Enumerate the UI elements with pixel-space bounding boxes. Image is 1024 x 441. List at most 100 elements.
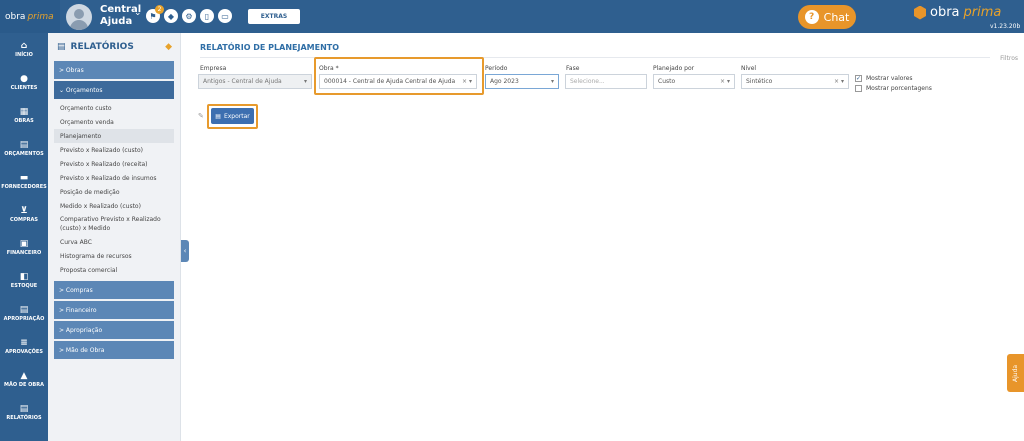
mobile-icon[interactable]: ▯ bbox=[200, 9, 214, 23]
menu-item[interactable]: Histograma de recursos bbox=[54, 249, 174, 263]
flag-icon[interactable]: ⚑ 2 bbox=[146, 5, 164, 23]
nav-financeiro[interactable]: ▣ FINANCEIRO bbox=[0, 231, 48, 264]
menu-item[interactable]: Orçamento venda bbox=[54, 115, 174, 129]
chat-label: Chat bbox=[823, 10, 850, 24]
periodo-select[interactable]: Ago 2023 ▾ bbox=[485, 74, 559, 89]
home-icon: ⌂ bbox=[20, 41, 28, 51]
nav-compras[interactable]: ⊻ COMPRAS bbox=[0, 198, 48, 231]
section-apropriacao[interactable]: > Apropriação bbox=[54, 321, 174, 339]
monitor-icon[interactable]: ▭ bbox=[218, 9, 232, 23]
menu-item[interactable]: Proposta comercial bbox=[54, 263, 174, 277]
fase-input[interactable]: Selecione... bbox=[565, 74, 647, 89]
menu-item[interactable]: Previsto x Realizado (custo) bbox=[54, 143, 174, 157]
graduation-cap-icon[interactable]: ◆ bbox=[164, 9, 178, 23]
menu-item[interactable]: Posição de medição bbox=[54, 185, 174, 199]
notification-badge: 2 bbox=[155, 5, 164, 14]
nav-orcamentos[interactable]: ▤ ORÇAMENTOS bbox=[0, 132, 48, 165]
section-financeiro[interactable]: > Financeiro bbox=[54, 301, 174, 319]
menu-item[interactable]: Previsto x Realizado (receita) bbox=[54, 157, 174, 171]
nav-label: FORNECEDORES bbox=[1, 184, 47, 190]
document-icon: ▤ bbox=[19, 140, 29, 150]
section-compras[interactable]: > Compras bbox=[54, 281, 174, 299]
building-icon: ▦ bbox=[19, 107, 29, 117]
mostrar-valores-checkbox[interactable]: ✓ Mostrar valores bbox=[855, 75, 913, 82]
pencil-icon[interactable]: ✎ bbox=[198, 112, 204, 120]
nav-label: ESTOQUE bbox=[10, 283, 38, 289]
menu-item[interactable]: Medido x Realizado (custo) bbox=[54, 199, 174, 213]
nav-clientes[interactable]: ● CLIENTES bbox=[0, 66, 48, 99]
chevron-down-icon[interactable]: ⌄ bbox=[134, 8, 142, 18]
nav-label: ORÇAMENTOS bbox=[4, 151, 44, 157]
extras-button[interactable]: EXTRAS bbox=[248, 9, 300, 24]
left-nav: ⌂ INÍCIO ● CLIENTES ▦ OBRAS ▤ ORÇAMENTOS ▬ FO… bbox=[0, 33, 48, 441]
nivel-label: Nível bbox=[741, 65, 757, 72]
chat-button[interactable]: ? Chat bbox=[798, 5, 856, 29]
mostrar-porcentagens-checkbox[interactable]: Mostrar porcentagens bbox=[855, 85, 932, 92]
clear-chevron-icon[interactable]: × ▾ bbox=[834, 78, 844, 85]
menu-title: RELATÓRIOS bbox=[70, 42, 134, 52]
empresa-select[interactable]: Antigos - Central de Ajuda ▾ bbox=[198, 74, 312, 89]
nav-label: APROVAÇÕES bbox=[5, 349, 43, 355]
nav-label: FINANCEIRO bbox=[6, 250, 42, 256]
nav-inicio[interactable]: ⌂ INÍCIO bbox=[0, 33, 48, 66]
graduation-cap-icon[interactable]: ◆ bbox=[165, 42, 172, 52]
menu-item[interactable]: Comparativo Previsto x Realizado (custo)… bbox=[54, 213, 174, 235]
export-highlight bbox=[207, 104, 258, 129]
nav-label: COMPRAS bbox=[10, 217, 38, 223]
nav-label: OBRAS bbox=[14, 118, 34, 124]
periodo-value: Ago 2023 bbox=[490, 78, 519, 85]
top-icons: ⚑ 2 ◆ ⚙ ▯ ▭ bbox=[146, 5, 232, 23]
checkbox-unchecked[interactable] bbox=[855, 85, 862, 92]
checkbox-checked[interactable]: ✓ bbox=[855, 75, 862, 82]
collapse-menu-button[interactable]: ‹ bbox=[181, 240, 189, 262]
filters-link[interactable]: Filtros bbox=[1000, 55, 1018, 62]
report-icon: ▤ bbox=[57, 42, 66, 52]
gear-icon[interactable]: ⚙ bbox=[182, 9, 196, 23]
planejado-value: Custo bbox=[658, 78, 676, 85]
fase-label: Fase bbox=[566, 65, 580, 72]
truck-icon: ▬ bbox=[19, 173, 29, 183]
logo-italic: prima bbox=[27, 11, 54, 22]
chevron-down-icon: ▾ bbox=[303, 78, 307, 85]
avatar[interactable] bbox=[66, 4, 92, 30]
empresa-label: Empresa bbox=[200, 65, 227, 72]
approve-icon: ≡ bbox=[20, 338, 28, 348]
nav-obras[interactable]: ▦ OBRAS bbox=[0, 99, 48, 132]
nav-fornecedores[interactable]: ▬ FORNECEDORES bbox=[0, 165, 48, 198]
calculator-icon: ▣ bbox=[19, 239, 29, 249]
menu-item[interactable]: Previsto x Realizado de insumos bbox=[54, 171, 174, 185]
nav-apropriacao[interactable]: ▤ APROPRIAÇÃO bbox=[0, 297, 48, 330]
help-tab[interactable]: Ajuda bbox=[1007, 354, 1024, 392]
nav-aprovacoes[interactable]: ≡ APROVAÇÕES bbox=[0, 330, 48, 363]
user-icon: ● bbox=[20, 74, 28, 84]
nav-relatorios[interactable]: ▤ RELATÓRIOS bbox=[0, 396, 48, 429]
brand-text: obra bbox=[930, 5, 960, 20]
nivel-select[interactable]: Sintético × ▾ bbox=[741, 74, 849, 89]
section-mao-de-obra[interactable]: > Mão de Obra bbox=[54, 341, 174, 359]
menu-item[interactable]: Orçamento custo bbox=[54, 101, 174, 115]
clear-chevron-icon[interactable]: × ▾ bbox=[720, 78, 730, 85]
nav-label: RELATÓRIOS bbox=[6, 415, 42, 421]
checkbox-label: Mostrar porcentagens bbox=[866, 85, 932, 92]
app-logo[interactable]: obra prima bbox=[0, 0, 60, 33]
nav-mao-de-obra[interactable]: ▲ MÃO DE OBRA bbox=[0, 363, 48, 396]
top-bar: obra prima Central Ajuda ⌄ ⚑ 2 ◆ ⚙ ▯ ▭ EXT… bbox=[0, 0, 1024, 33]
question-icon: ? bbox=[804, 10, 819, 24]
planejado-select[interactable]: Custo × ▾ bbox=[653, 74, 735, 89]
fase-placeholder: Selecione... bbox=[570, 78, 605, 85]
report-icon: ▤ bbox=[19, 404, 29, 414]
version-label: v1.23.20b bbox=[990, 23, 1021, 30]
section-orcamentos[interactable]: ⌄ Orçamentos bbox=[54, 81, 174, 99]
main-content: RELATÓRIO DE PLANEJAMENTO Filtros Empres… bbox=[190, 33, 1024, 441]
page-title: RELATÓRIO DE PLANEJAMENTO bbox=[200, 43, 340, 52]
planejado-label: Planejado por bbox=[653, 65, 695, 72]
periodo-label: Período bbox=[485, 65, 508, 72]
checkbox-label: Mostrar valores bbox=[866, 75, 913, 82]
nav-estoque[interactable]: ◧ ESTOQUE bbox=[0, 264, 48, 297]
nav-label: INÍCIO bbox=[15, 52, 33, 58]
logo-text: obra bbox=[5, 11, 26, 22]
menu-item[interactable]: Curva ABC bbox=[54, 235, 174, 249]
section-obras[interactable]: > Obras bbox=[54, 61, 174, 79]
obra-highlight bbox=[314, 57, 484, 95]
menu-item-active[interactable]: Planejamento bbox=[54, 129, 174, 143]
